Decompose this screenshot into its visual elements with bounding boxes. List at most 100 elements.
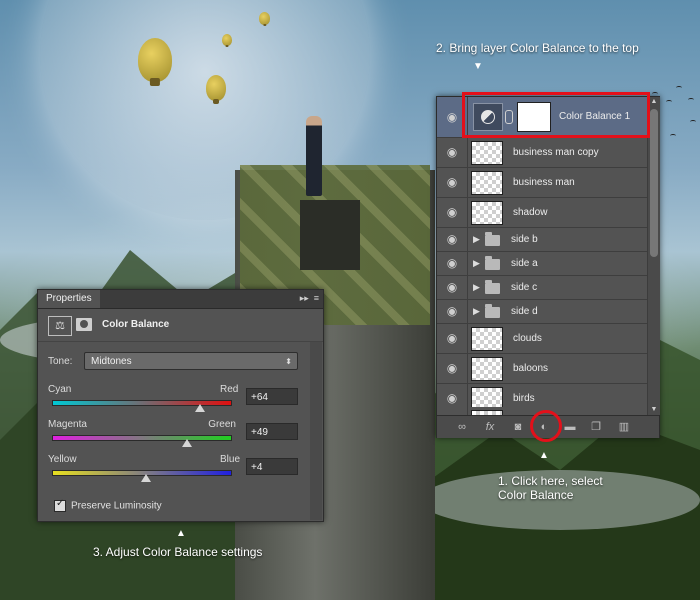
link-icon[interactable]: ∞: [453, 419, 471, 435]
layers-list: ◉ Color Balance 1 ◉ business man copy ◉ …: [437, 97, 647, 415]
scroll-thumb[interactable]: [650, 109, 658, 257]
bird: [690, 120, 696, 124]
folder-icon[interactable]: ▬: [561, 419, 579, 435]
collapse-icon[interactable]: ▸▸: [300, 293, 309, 303]
slider-value-input[interactable]: +4: [246, 458, 298, 475]
visibility-eye-icon[interactable]: ◉: [437, 228, 468, 251]
bird: [676, 86, 682, 90]
bird: [670, 134, 676, 138]
slider-knob[interactable]: [194, 404, 205, 412]
tab-properties[interactable]: Properties: [38, 290, 100, 308]
new-layer-icon[interactable]: ❐: [587, 419, 605, 435]
layer-name: baloons: [513, 363, 549, 374]
preserve-luminosity[interactable]: Preserve Luminosity: [54, 498, 162, 512]
visibility-eye-icon[interactable]: ◉: [437, 252, 468, 275]
annotation-step1-line1: 1. Click here, select: [498, 474, 603, 488]
select-caret-icon: ⬍: [285, 357, 292, 366]
layer-thumbnail: [471, 327, 503, 351]
layer-name: side d: [511, 306, 538, 317]
annotation-step3: 3. Adjust Color Balance settings: [93, 545, 263, 559]
layer-group-row[interactable]: ◉ ▶ side d: [437, 300, 647, 324]
slider-right-label: Green: [208, 419, 236, 430]
fx-icon[interactable]: fx: [481, 419, 499, 435]
properties-scrollbar[interactable]: [310, 342, 322, 520]
mask-icon[interactable]: ◙: [509, 419, 527, 435]
visibility-eye-icon[interactable]: ◉: [437, 168, 468, 197]
layer-name: side b: [511, 234, 538, 245]
visibility-eye-icon[interactable]: ◉: [437, 407, 468, 415]
slider-track[interactable]: [52, 400, 232, 406]
layer-row[interactable]: ◉ business man: [437, 168, 647, 198]
visibility-eye-icon[interactable]: ◉: [437, 354, 468, 383]
properties-panel: Properties ▸▸ ≡ ⚖ Color Balance Tone: Mi…: [37, 289, 324, 522]
annotation-step1: 1. Click here, select Color Balance: [498, 474, 603, 502]
visibility-eye-icon[interactable]: ◉: [437, 300, 468, 323]
expand-arrow-icon[interactable]: ▶: [473, 300, 480, 323]
balance-scale-icon[interactable]: ⚖: [48, 316, 72, 336]
folder-icon: [485, 256, 500, 270]
layer-thumbnail: [471, 141, 503, 165]
annotation-step1-line2: Color Balance: [498, 488, 574, 502]
balloon: [222, 34, 232, 46]
layer-group-row[interactable]: ◉ ▶ side a: [437, 252, 647, 276]
slider-cyan-red: Cyan Red +64: [48, 384, 303, 424]
expand-arrow-icon[interactable]: ▶: [473, 228, 480, 251]
layer-name: clouds: [513, 333, 542, 344]
layer-name: side a: [511, 258, 538, 269]
balloon: [206, 75, 226, 101]
properties-body: Tone: Midtones ⬍ Cyan Red +64 Magenta Gr…: [38, 342, 310, 520]
highlight-circle: [530, 410, 562, 442]
annotation-step2: 2. Bring layer Color Balance to the top: [436, 41, 639, 55]
tone-label: Tone:: [48, 356, 73, 367]
slider-knob[interactable]: [140, 474, 151, 482]
annotation-arrow-down: ▼: [473, 61, 483, 72]
annotation-arrow-up: ▲: [176, 528, 186, 539]
folder-icon: [485, 280, 500, 294]
folder-icon: [485, 304, 500, 318]
layer-name: business man: [513, 177, 575, 188]
slider-left-label: Cyan: [48, 384, 72, 395]
tower-hole: [300, 200, 360, 270]
layer-name: side c: [511, 282, 538, 293]
layer-row[interactable]: ◉ shadow: [437, 198, 647, 228]
layer-row[interactable]: ◉ business man copy: [437, 138, 647, 168]
business-man: [306, 116, 322, 196]
trash-icon[interactable]: ▥: [615, 419, 633, 435]
slider-value-input[interactable]: +49: [246, 423, 298, 440]
layer-row[interactable]: ◉ baloons: [437, 354, 647, 384]
panel-menu-icon[interactable]: ▸▸ ≡: [300, 293, 319, 304]
layers-scrollbar[interactable]: ▲ ▼: [647, 97, 660, 415]
slider-value-input[interactable]: +64: [246, 388, 298, 405]
layer-group-row[interactable]: ◉ ▶ side b: [437, 228, 647, 252]
preserve-luminosity-checkbox[interactable]: [54, 498, 66, 512]
expand-arrow-icon[interactable]: ▶: [473, 252, 480, 275]
slider-magenta-green: Magenta Green +49: [48, 419, 303, 459]
balloon: [138, 38, 172, 82]
tone-select[interactable]: Midtones ⬍: [84, 352, 298, 370]
mask-icon[interactable]: [76, 318, 92, 331]
visibility-eye-icon[interactable]: ◉: [437, 324, 468, 353]
balloon: [259, 12, 270, 25]
slider-left-label: Magenta: [48, 419, 87, 430]
visibility-eye-icon[interactable]: ◉: [437, 276, 468, 299]
layer-group-row[interactable]: ◉ ▶ side c: [437, 276, 647, 300]
layer-name: business man copy: [513, 147, 599, 158]
slider-left-label: Yellow: [48, 454, 77, 465]
slider-knob[interactable]: [182, 439, 192, 447]
expand-arrow-icon[interactable]: ▶: [473, 276, 480, 299]
visibility-eye-icon[interactable]: ◉: [437, 198, 468, 227]
layer-thumbnail: [471, 357, 503, 381]
layer-thumbnail: [471, 201, 503, 225]
layer-row[interactable]: ◉ clouds: [437, 324, 647, 354]
scroll-down-icon[interactable]: ▼: [648, 405, 660, 415]
bird: [688, 98, 694, 102]
slider-track[interactable]: [52, 435, 232, 441]
highlight-box: [462, 92, 650, 138]
slider-right-label: Red: [220, 384, 239, 395]
visibility-eye-icon[interactable]: ◉: [437, 138, 468, 167]
slider-right-label: Blue: [220, 454, 241, 465]
properties-tabbar: Properties ▸▸ ≡: [38, 290, 323, 309]
tone-value: Midtones: [91, 356, 132, 367]
layer-name: shadow: [513, 207, 548, 218]
preserve-luminosity-label: Preserve Luminosity: [71, 500, 162, 512]
